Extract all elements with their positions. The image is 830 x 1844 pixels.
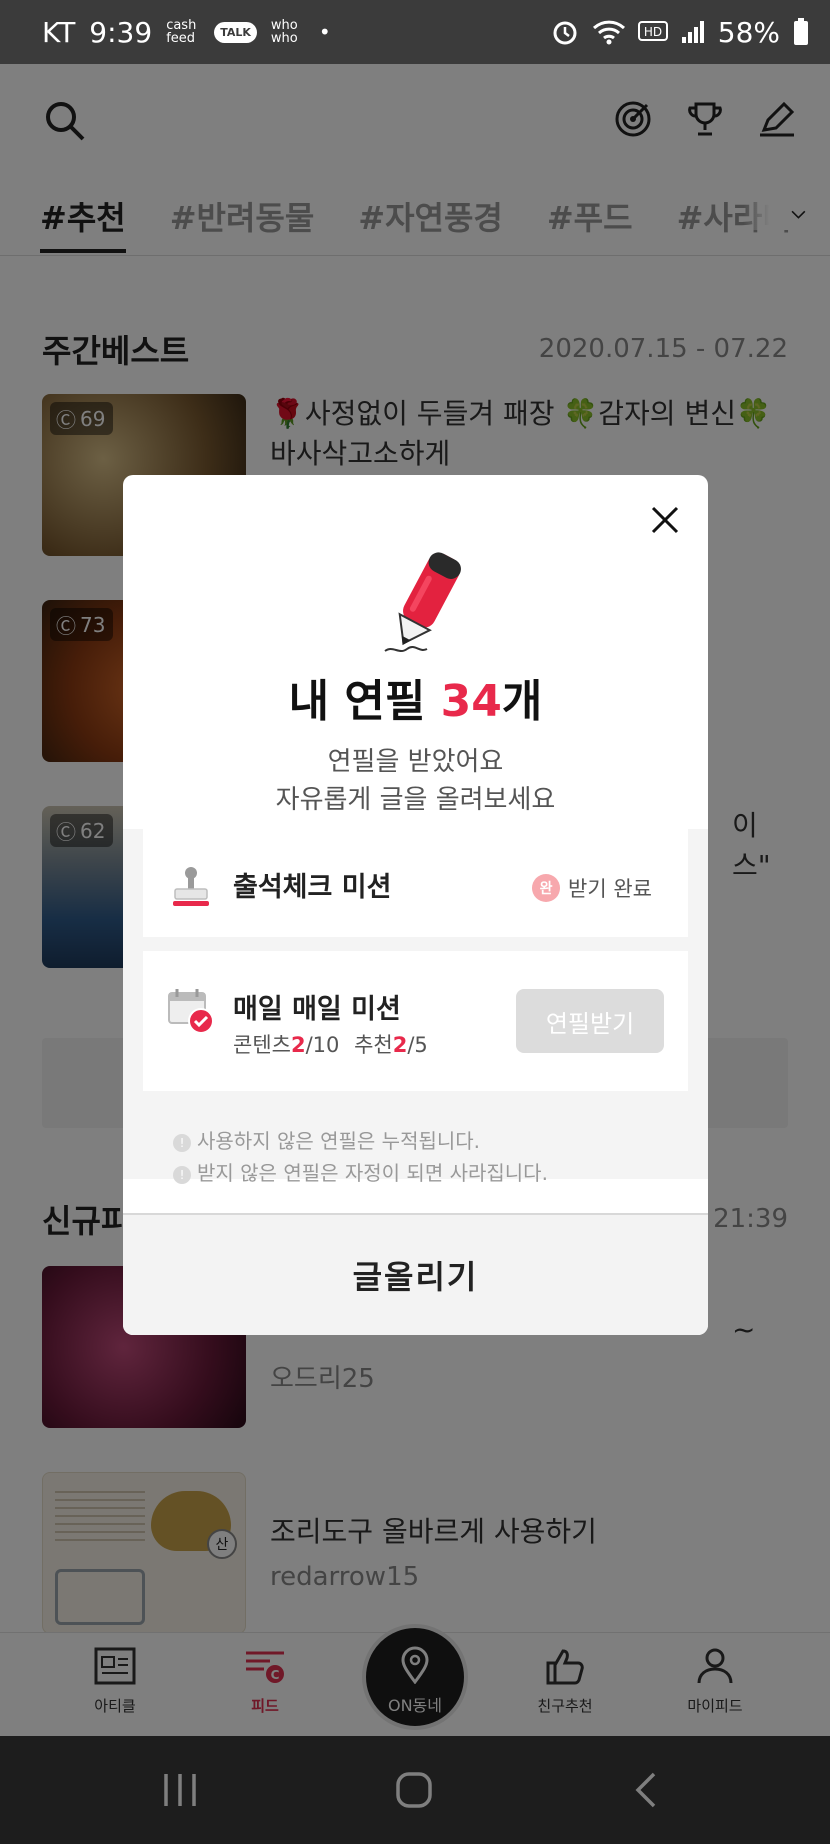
status-bar: KT 9:39 cash feed TALK who who • HD 58%: [0, 0, 830, 64]
received-label: 받기 완료: [568, 877, 652, 901]
battery-percent: 58%: [717, 15, 780, 49]
close-icon[interactable]: [650, 505, 680, 535]
pencil-count-heading: 내 연필 34개: [288, 676, 543, 727]
notice-item: ! 사용하지 않은 연필은 누적됩니다.: [173, 1125, 548, 1157]
hd-voice-icon: HD: [637, 21, 668, 41]
info-icon: !: [173, 1134, 191, 1152]
carrier: KT: [42, 15, 76, 49]
cashfeed-notification-icon: cash feed: [166, 18, 197, 46]
notice-list: ! 사용하지 않은 연필은 누적됩니다. ! 받지 않은 연필은 자정이 되면 사라…: [173, 1125, 548, 1189]
recommend-count: 2: [392, 1033, 408, 1057]
pencil-count: 34: [440, 676, 502, 727]
svg-text:HD: HD: [644, 25, 662, 39]
signal-icon: [681, 21, 704, 43]
info-icon: !: [173, 1166, 191, 1184]
done-badge-icon: 완: [532, 874, 561, 902]
wifi-icon: [592, 20, 625, 45]
calendar-check-icon: [168, 989, 214, 1034]
get-pencil-button[interactable]: 연필받기: [516, 989, 664, 1053]
whowho-notification-icon: who who: [270, 18, 298, 46]
pencil-reward-modal: 내 연필 34개 연필을 받았어요 자유롭게 글을 올려보세요 출석체크 미션 …: [123, 475, 708, 1335]
notice-item: ! 받지 않은 연필은 자정이 되면 사라집니다.: [173, 1157, 548, 1189]
daily-mission-title: 매일 매일 미션: [233, 994, 401, 1025]
daily-mission-card: 매일 매일 미션 콘텐츠2/10 추천2/5 연필받기: [143, 951, 688, 1091]
alarm-icon: [553, 21, 577, 45]
kakaotalk-notification-icon: TALK: [214, 21, 257, 43]
modal-description: 연필을 받았어요 자유롭게 글을 올려보세요: [275, 747, 556, 815]
attendance-mission-title: 출석체크 미션: [233, 872, 392, 903]
post-button[interactable]: 글올리기: [123, 1215, 708, 1335]
clock: 9:39: [89, 15, 153, 49]
more-notifications-dot: •: [318, 20, 331, 44]
content-count: 2: [290, 1033, 306, 1057]
stamp-icon: [173, 867, 209, 906]
attendance-mission-card: 출석체크 미션 완 받기 완료: [143, 829, 688, 937]
daily-mission-progress: 콘텐츠2/10 추천2/5: [233, 1033, 428, 1057]
red-pencil-icon: [384, 552, 461, 652]
received-status: 완 받기 완료: [532, 873, 652, 903]
battery-icon: [794, 18, 808, 45]
